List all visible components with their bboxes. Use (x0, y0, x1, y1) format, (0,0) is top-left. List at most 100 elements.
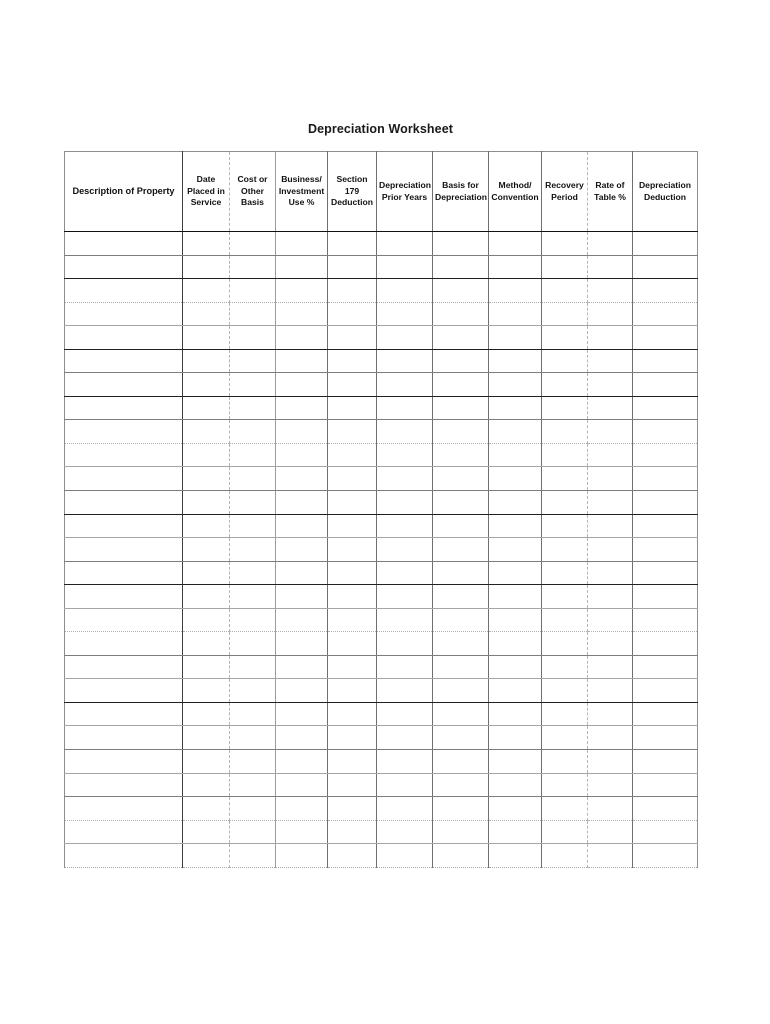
cell-method-convention[interactable] (488, 631, 542, 656)
cell-rate-of-table-percent[interactable] (587, 278, 633, 303)
cell-method-convention[interactable] (488, 561, 542, 586)
cell-date-placed-in-service[interactable] (182, 466, 230, 492)
cell-recovery-period[interactable] (541, 490, 588, 515)
cell-method-convention[interactable] (488, 325, 542, 350)
cell-business-investment-use[interactable] (275, 749, 328, 774)
cell-recovery-period[interactable] (541, 843, 588, 868)
cell-date-placed-in-service[interactable] (182, 796, 230, 821)
cell-business-investment-use[interactable] (275, 396, 328, 421)
cell-business-investment-use[interactable] (275, 325, 328, 350)
cell-rate-of-table-percent[interactable] (587, 655, 633, 680)
cell-section-179-deduction[interactable] (327, 725, 377, 751)
cell-description-of-property[interactable] (64, 302, 183, 327)
cell-section-179-deduction[interactable] (327, 796, 377, 821)
cell-date-placed-in-service[interactable] (182, 372, 230, 397)
cell-depreciation-deduction[interactable] (632, 537, 698, 562)
cell-section-179-deduction[interactable] (327, 773, 377, 798)
cell-section-179-deduction[interactable] (327, 231, 377, 256)
cell-depreciation-prior-years[interactable] (376, 584, 433, 609)
cell-date-placed-in-service[interactable] (182, 325, 230, 350)
cell-recovery-period[interactable] (541, 302, 588, 327)
cell-rate-of-table-percent[interactable] (587, 419, 633, 444)
cell-method-convention[interactable] (488, 584, 542, 609)
cell-description-of-property[interactable] (64, 514, 183, 539)
cell-recovery-period[interactable] (541, 773, 588, 798)
cell-business-investment-use[interactable] (275, 655, 328, 680)
cell-rate-of-table-percent[interactable] (587, 702, 633, 727)
cell-rate-of-table-percent[interactable] (587, 490, 633, 515)
cell-basis-for-depreciation[interactable] (432, 443, 489, 468)
cell-rate-of-table-percent[interactable] (587, 231, 633, 256)
cell-depreciation-prior-years[interactable] (376, 537, 433, 562)
cell-rate-of-table-percent[interactable] (587, 725, 633, 751)
cell-depreciation-prior-years[interactable] (376, 443, 433, 468)
cell-method-convention[interactable] (488, 490, 542, 515)
cell-rate-of-table-percent[interactable] (587, 325, 633, 350)
cell-basis-for-depreciation[interactable] (432, 820, 489, 845)
cell-business-investment-use[interactable] (275, 725, 328, 751)
cell-basis-for-depreciation[interactable] (432, 608, 489, 633)
cell-basis-for-depreciation[interactable] (432, 514, 489, 539)
cell-rate-of-table-percent[interactable] (587, 466, 633, 492)
cell-description-of-property[interactable] (64, 631, 183, 656)
cell-basis-for-depreciation[interactable] (432, 655, 489, 680)
cell-depreciation-deduction[interactable] (632, 302, 698, 327)
cell-depreciation-prior-years[interactable] (376, 608, 433, 633)
cell-business-investment-use[interactable] (275, 843, 328, 868)
cell-depreciation-deduction[interactable] (632, 419, 698, 444)
cell-depreciation-deduction[interactable] (632, 561, 698, 586)
cell-section-179-deduction[interactable] (327, 843, 377, 868)
cell-date-placed-in-service[interactable] (182, 655, 230, 680)
cell-depreciation-prior-years[interactable] (376, 843, 433, 868)
cell-rate-of-table-percent[interactable] (587, 255, 633, 280)
cell-cost-or-other-basis[interactable] (229, 655, 276, 680)
cell-business-investment-use[interactable] (275, 231, 328, 256)
cell-date-placed-in-service[interactable] (182, 537, 230, 562)
cell-method-convention[interactable] (488, 349, 542, 374)
cell-depreciation-deduction[interactable] (632, 608, 698, 633)
cell-depreciation-deduction[interactable] (632, 490, 698, 515)
cell-cost-or-other-basis[interactable] (229, 561, 276, 586)
cell-description-of-property[interactable] (64, 490, 183, 515)
cell-depreciation-deduction[interactable] (632, 514, 698, 539)
cell-depreciation-deduction[interactable] (632, 231, 698, 256)
cell-business-investment-use[interactable] (275, 561, 328, 586)
cell-depreciation-deduction[interactable] (632, 466, 698, 492)
cell-business-investment-use[interactable] (275, 631, 328, 656)
cell-depreciation-prior-years[interactable] (376, 419, 433, 444)
cell-rate-of-table-percent[interactable] (587, 302, 633, 327)
cell-business-investment-use[interactable] (275, 796, 328, 821)
cell-description-of-property[interactable] (64, 537, 183, 562)
cell-recovery-period[interactable] (541, 702, 588, 727)
cell-depreciation-prior-years[interactable] (376, 749, 433, 774)
cell-cost-or-other-basis[interactable] (229, 466, 276, 492)
cell-date-placed-in-service[interactable] (182, 843, 230, 868)
cell-cost-or-other-basis[interactable] (229, 725, 276, 751)
cell-description-of-property[interactable] (64, 773, 183, 798)
cell-date-placed-in-service[interactable] (182, 231, 230, 256)
cell-method-convention[interactable] (488, 372, 542, 397)
cell-recovery-period[interactable] (541, 584, 588, 609)
cell-date-placed-in-service[interactable] (182, 278, 230, 303)
cell-business-investment-use[interactable] (275, 349, 328, 374)
cell-depreciation-deduction[interactable] (632, 372, 698, 397)
cell-depreciation-prior-years[interactable] (376, 773, 433, 798)
cell-depreciation-deduction[interactable] (632, 702, 698, 727)
cell-depreciation-prior-years[interactable] (376, 466, 433, 492)
cell-cost-or-other-basis[interactable] (229, 843, 276, 868)
cell-cost-or-other-basis[interactable] (229, 419, 276, 444)
cell-cost-or-other-basis[interactable] (229, 490, 276, 515)
cell-basis-for-depreciation[interactable] (432, 749, 489, 774)
cell-section-179-deduction[interactable] (327, 466, 377, 492)
cell-section-179-deduction[interactable] (327, 349, 377, 374)
cell-recovery-period[interactable] (541, 255, 588, 280)
cell-recovery-period[interactable] (541, 678, 588, 703)
cell-method-convention[interactable] (488, 796, 542, 821)
cell-section-179-deduction[interactable] (327, 443, 377, 468)
cell-section-179-deduction[interactable] (327, 419, 377, 444)
cell-method-convention[interactable] (488, 655, 542, 680)
cell-section-179-deduction[interactable] (327, 702, 377, 727)
cell-depreciation-deduction[interactable] (632, 820, 698, 845)
cell-date-placed-in-service[interactable] (182, 255, 230, 280)
cell-cost-or-other-basis[interactable] (229, 325, 276, 350)
